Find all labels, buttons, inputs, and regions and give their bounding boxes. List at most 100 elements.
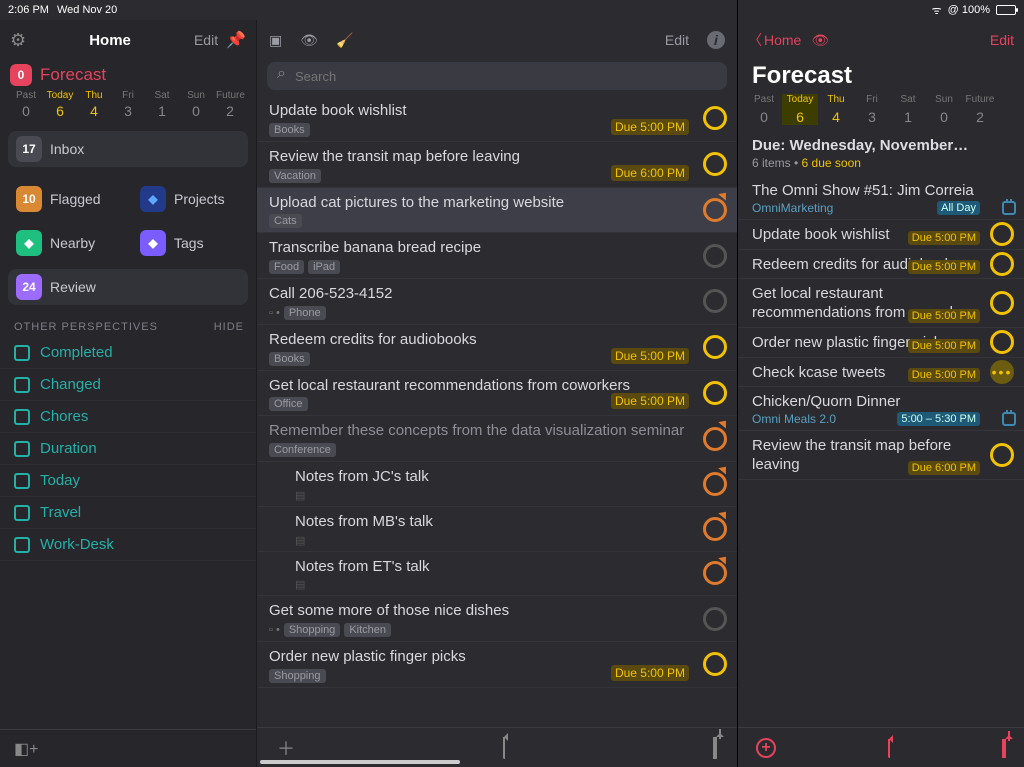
task-tag[interactable]: Books <box>269 352 310 366</box>
forecast-item[interactable]: The Omni Show #51: Jim CorreiaOmniMarket… <box>738 176 1024 220</box>
task-row[interactable]: Notes from JC's talk▤ <box>257 462 737 507</box>
undo-button[interactable] <box>888 739 890 757</box>
task-row[interactable]: Get local restaurant recommendations fro… <box>257 371 737 417</box>
perspective-row[interactable]: Travel <box>0 497 256 529</box>
new-inbox-icon[interactable]: ＋ <box>277 735 295 761</box>
task-row[interactable]: Call 206-523-4152▫ • Phone <box>257 279 737 325</box>
forecast-item[interactable]: Review the transit map before leavingDue… <box>738 431 1024 480</box>
status-circle[interactable] <box>990 443 1014 467</box>
more-dots-icon[interactable]: ••• <box>990 360 1014 384</box>
status-circle[interactable] <box>703 561 727 585</box>
day-column[interactable]: Past0 <box>12 90 40 119</box>
perspective-row[interactable]: Duration <box>0 433 256 465</box>
day-column[interactable]: Fri3 <box>854 94 890 125</box>
task-tag[interactable]: Books <box>269 123 310 137</box>
add-perspective-icon[interactable]: ◧+ <box>14 739 38 759</box>
task-tag[interactable]: Shopping <box>284 623 341 637</box>
task-list[interactable]: Update book wishlistBooksDue 5:00 PMRevi… <box>257 96 737 727</box>
task-tag[interactable]: Food <box>269 260 304 274</box>
task-row[interactable]: Notes from ET's talk▤ <box>257 552 737 597</box>
perspective-row[interactable]: Completed <box>0 337 256 369</box>
inbox-perspective[interactable]: 17 Inbox <box>8 131 248 167</box>
task-row[interactable]: Notes from MB's talk▤ <box>257 507 737 552</box>
task-row[interactable]: Remember these concepts from the data vi… <box>257 416 737 462</box>
task-row[interactable]: Redeem credits for audiobooksBooksDue 5:… <box>257 325 737 371</box>
task-row[interactable]: Upload cat pictures to the marketing web… <box>257 188 737 234</box>
perspective-tile[interactable]: ◆Projects <box>132 181 248 217</box>
status-circle[interactable] <box>990 222 1014 246</box>
perspective-tile[interactable]: 24Review <box>8 269 248 305</box>
back-button[interactable]: 〈Home <box>748 30 801 50</box>
status-circle[interactable] <box>703 335 727 359</box>
pin-icon[interactable]: 📌 <box>226 30 246 50</box>
task-row[interactable]: Review the transit map before leavingVac… <box>257 142 737 188</box>
status-circle[interactable] <box>703 152 727 176</box>
forecast-item-list[interactable]: The Omni Show #51: Jim CorreiaOmniMarket… <box>738 176 1024 727</box>
perspective-tile[interactable]: ◆Nearby <box>8 225 124 261</box>
day-column[interactable]: Past0 <box>746 94 782 125</box>
task-tag[interactable]: Office <box>269 397 308 411</box>
day-column[interactable]: Today6 <box>782 94 818 125</box>
view-eye-icon[interactable]: 👁 <box>300 32 318 49</box>
day-column[interactable]: Future2 <box>962 94 998 125</box>
task-tag[interactable]: Conference <box>269 443 336 457</box>
status-circle[interactable] <box>703 517 727 541</box>
share-button[interactable] <box>1002 739 1006 757</box>
task-tag[interactable]: Vacation <box>269 169 321 183</box>
day-column[interactable]: Today6 <box>46 90 74 119</box>
perspective-tile[interactable]: ◆Tags <box>132 225 248 261</box>
forecast-item[interactable]: Get local restaurant recommendations fro… <box>738 279 1024 328</box>
perspective-row[interactable]: Chores <box>0 401 256 433</box>
forecast-item[interactable]: Chicken/Quorn DinnerOmni Meals 2.05:00 –… <box>738 387 1024 431</box>
day-column[interactable]: Sat1 <box>890 94 926 125</box>
forecast-week-strip[interactable]: Past0Today6Thu4Fri3Sat1Sun0Future2 <box>0 88 256 123</box>
outline-edit-button[interactable]: Edit <box>665 32 689 48</box>
status-circle[interactable] <box>703 472 727 496</box>
status-circle[interactable] <box>703 607 727 631</box>
view-options-eye-icon[interactable]: 👁 <box>811 32 829 49</box>
status-circle[interactable] <box>703 244 727 268</box>
perspective-row[interactable]: Today <box>0 465 256 497</box>
forecast-item[interactable]: Redeem credits for audiobooksDue 5:00 PM <box>738 250 1024 280</box>
forecast-perspective[interactable]: 0 Forecast <box>0 60 256 88</box>
task-tag[interactable]: Cats <box>269 214 302 228</box>
search-input[interactable] <box>267 62 727 90</box>
day-column[interactable]: Fri3 <box>114 90 142 119</box>
cleanup-icon[interactable]: 🧹 <box>336 32 353 49</box>
status-circle[interactable] <box>703 381 727 405</box>
task-tag[interactable]: Shopping <box>269 669 326 683</box>
hide-button[interactable]: HIDE <box>214 321 244 333</box>
focus-icon[interactable]: ▣ <box>269 32 282 49</box>
sidebar-edit-button[interactable]: Edit <box>194 32 218 48</box>
day-column[interactable]: Thu4 <box>80 90 108 119</box>
perspective-tile[interactable]: 10Flagged <box>8 181 124 217</box>
task-tag[interactable]: iPad <box>308 260 340 274</box>
forecast-item[interactable]: Check kcase tweetsDue 5:00 PM••• <box>738 358 1024 388</box>
settings-gear-icon[interactable]: ⚙ <box>10 30 26 51</box>
status-circle[interactable] <box>703 106 727 130</box>
day-column[interactable]: Sun0 <box>926 94 962 125</box>
perspective-row[interactable]: Changed <box>0 369 256 401</box>
task-row[interactable]: Transcribe banana bread recipeFoodiPad <box>257 233 737 279</box>
day-column[interactable]: Sun0 <box>182 90 210 119</box>
perspective-row[interactable]: Work-Desk <box>0 529 256 561</box>
task-tag[interactable]: Phone <box>284 306 326 320</box>
task-row[interactable]: Get some more of those nice dishes▫ • Sh… <box>257 596 737 642</box>
forecast-item[interactable]: Order new plastic finger picksDue 5:00 P… <box>738 328 1024 358</box>
add-item-button[interactable]: + <box>756 738 776 758</box>
undo-icon[interactable] <box>503 737 505 758</box>
right-edit-button[interactable]: Edit <box>990 32 1014 48</box>
status-circle[interactable] <box>703 198 727 222</box>
status-circle[interactable] <box>990 291 1014 315</box>
day-column[interactable]: Sat1 <box>148 90 176 119</box>
right-week-strip[interactable]: Past0Today6Thu4Fri3Sat1Sun0Future2 <box>738 94 1024 131</box>
task-tag[interactable]: Kitchen <box>344 623 391 637</box>
info-icon[interactable]: i <box>707 31 725 49</box>
task-row[interactable]: Update book wishlistBooksDue 5:00 PM <box>257 96 737 142</box>
status-circle[interactable] <box>990 252 1014 276</box>
task-row[interactable]: Order new plastic finger picksShoppingDu… <box>257 642 737 688</box>
status-circle[interactable] <box>703 652 727 676</box>
status-circle[interactable] <box>703 427 727 451</box>
forecast-item[interactable]: Update book wishlistDue 5:00 PM <box>738 220 1024 250</box>
share-icon[interactable] <box>713 737 717 758</box>
